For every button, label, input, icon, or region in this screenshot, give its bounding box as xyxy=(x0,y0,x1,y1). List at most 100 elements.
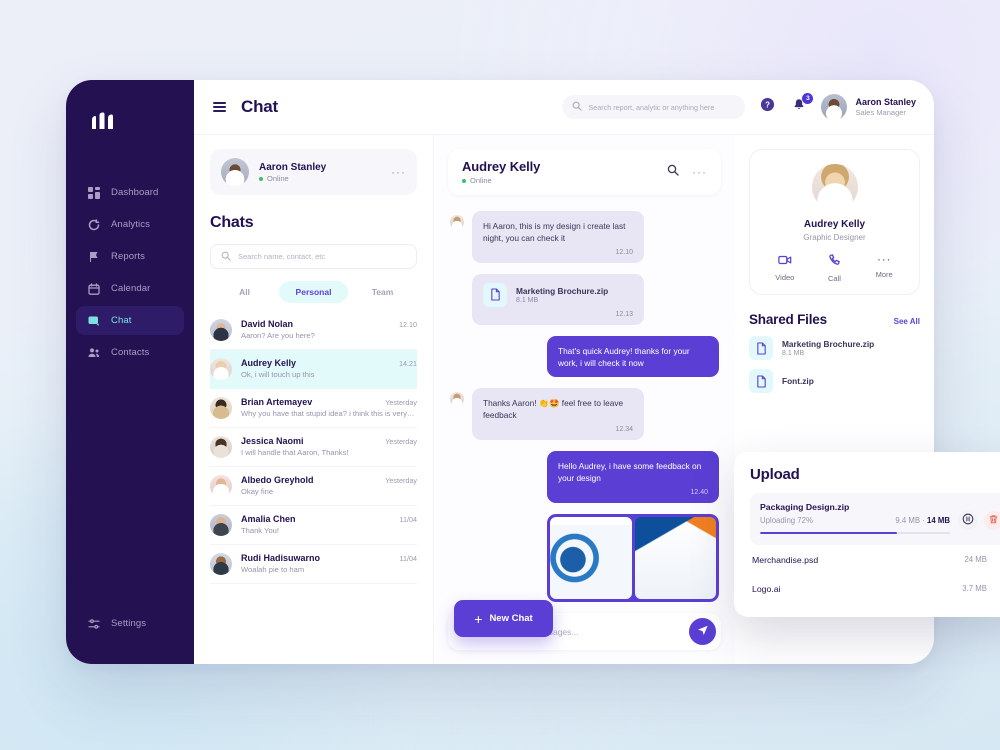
message-file-bubble[interactable]: Marketing Brochure.zip 8.1 MB 12.13 xyxy=(472,273,644,325)
sidebar-item-analytics[interactable]: Analytics xyxy=(76,210,184,239)
more-horizontal-icon: ··· xyxy=(876,252,892,266)
sidebar-item-calendar[interactable]: Calendar xyxy=(76,274,184,303)
new-chat-button[interactable]: + New Chat xyxy=(454,600,553,637)
file-name: Marketing Brochure.zip xyxy=(516,285,609,296)
conversation-list: David Nolan 12.10 Aaron? Are you here? A… xyxy=(210,311,417,664)
video-call-button[interactable]: Video xyxy=(764,254,806,283)
more-actions-button[interactable]: ··· More xyxy=(863,252,905,283)
tab-all[interactable]: All xyxy=(210,281,279,303)
tab-personal[interactable]: Personal xyxy=(279,281,348,303)
current-user-name: Aaron Stanley xyxy=(259,161,327,173)
sidebar-item-dashboard[interactable]: Dashboard xyxy=(76,178,184,207)
sidebar-item-label: Reports xyxy=(111,251,145,262)
list-item-preview: Okay fine xyxy=(241,487,274,496)
notifications-button[interactable]: 3 xyxy=(789,93,814,117)
upload-size-separator: · xyxy=(922,516,925,525)
list-item-time: 12.10 xyxy=(399,320,417,329)
search-input[interactable] xyxy=(588,102,736,112)
avatar xyxy=(210,397,232,419)
shared-file-row[interactable]: Font.zip xyxy=(749,369,920,393)
upload-total-size: 14 MB xyxy=(927,516,950,525)
send-icon xyxy=(697,623,709,641)
avatar xyxy=(210,358,232,380)
sidebar-item-label: Contacts xyxy=(111,347,150,358)
chats-heading: Chats xyxy=(210,214,254,231)
pause-circle-icon xyxy=(962,512,974,530)
hamburger-menu-icon[interactable] xyxy=(210,99,229,114)
list-item-name: Jessica Naomi xyxy=(241,436,304,446)
file-size: 8.1 MB xyxy=(516,297,539,305)
upload-file-name: Packaging Design.zip xyxy=(760,502,850,512)
list-item[interactable]: Amalia Chen 11/04 Thank You! xyxy=(210,506,417,545)
video-icon xyxy=(778,254,792,268)
settings-icon xyxy=(87,617,100,630)
avatar xyxy=(450,215,464,229)
user-profile[interactable]: Aaron Stanley Sales Manager xyxy=(821,94,916,120)
sidebar-item-contacts[interactable]: Contacts xyxy=(76,338,184,367)
sidebar-item-label: Dashboard xyxy=(111,187,159,198)
list-item-name: Albedo Greyhold xyxy=(241,475,314,485)
upload-file-name: Merchandise.psd xyxy=(752,554,819,565)
list-item-time: 14.21 xyxy=(399,359,417,368)
upload-progress-bar xyxy=(760,532,950,535)
global-search[interactable] xyxy=(562,95,746,119)
sidebar: Dashboard Analytics Reports Calendar Cha… xyxy=(66,80,194,664)
send-button[interactable] xyxy=(689,618,716,645)
message-list: Hi Aaron, this is my design i create las… xyxy=(448,195,721,605)
list-item-preview: Thank You! xyxy=(241,526,280,535)
voice-call-button[interactable]: Call xyxy=(813,254,855,283)
delete-upload-button[interactable] xyxy=(984,511,1000,530)
shared-file-name: Marketing Brochure.zip xyxy=(782,338,875,349)
contact-profile-card: Audrey Kelly Graphic Designer Video Call… xyxy=(749,149,920,295)
sidebar-item-chat[interactable]: Chat xyxy=(76,306,184,335)
file-icon xyxy=(749,336,773,360)
notification-badge: 3 xyxy=(802,93,814,104)
upload-active-item: Packaging Design.zip Uploading 72% 9.4 M… xyxy=(750,493,1000,546)
list-item-time: Yesterday xyxy=(385,398,417,407)
list-item[interactable]: Jessica Naomi Yesterday I will handle th… xyxy=(210,428,417,467)
message-row: Hello Audrey, i have some feedback on yo… xyxy=(450,450,719,503)
trash-icon xyxy=(988,512,999,530)
list-item[interactable]: Brian Artemayev Yesterday Why you have t… xyxy=(210,389,417,428)
chat-search[interactable] xyxy=(210,244,417,269)
list-item-preview: I will handle that Aaron, Thanks! xyxy=(241,448,349,457)
message-row: That's quick Audrey! thanks for your wor… xyxy=(450,335,719,377)
pause-upload-button[interactable] xyxy=(958,511,977,530)
action-label: Video xyxy=(775,273,795,282)
message-row: Hi Aaron, this is my design i create las… xyxy=(450,211,719,263)
avatar xyxy=(210,514,232,536)
list-item[interactable]: Albedo Greyhold Yesterday Okay fine xyxy=(210,467,417,506)
help-button[interactable]: ? xyxy=(757,97,777,117)
sidebar-item-reports[interactable]: Reports xyxy=(76,242,184,271)
upload-queued-item: Merchandise.psd 24 MB xyxy=(750,545,1000,574)
shared-files-see-all[interactable]: See All xyxy=(894,317,920,326)
list-item[interactable]: David Nolan 12.10 Aaron? Are you here? xyxy=(210,311,417,350)
action-label: Call xyxy=(828,274,841,283)
current-user-card[interactable]: Aaron Stanley Online ··· xyxy=(210,149,417,195)
page-title: Chat xyxy=(241,97,278,116)
list-item-name: David Nolan xyxy=(241,319,294,329)
message-row: Marketing Brochure.zip 8.1 MB 12.13 xyxy=(450,273,719,325)
list-item[interactable]: Rudi Hadisuwarno 11/04 Woalah pie to ham xyxy=(210,545,417,584)
list-item[interactable]: Audrey Kelly 14.21 Ok, i will touch up t… xyxy=(210,350,417,389)
sidebar-item-label: Analytics xyxy=(111,219,150,230)
contact-name: Audrey Kelly xyxy=(803,219,866,230)
upload-panel: Upload Packaging Design.zip Uploading 72… xyxy=(734,452,1000,618)
message-image-bubble[interactable] xyxy=(547,513,719,602)
list-item-name: Rudi Hadisuwarno xyxy=(241,553,321,563)
avatar xyxy=(221,158,249,186)
search-icon[interactable] xyxy=(667,163,679,181)
tab-team[interactable]: Team xyxy=(348,281,417,303)
message-time: 12.34 xyxy=(615,425,633,433)
sidebar-item-settings[interactable]: Settings xyxy=(76,609,184,638)
shared-file-row[interactable]: Marketing Brochure.zip 8.1 MB xyxy=(749,336,920,360)
chat-search-input[interactable] xyxy=(238,252,406,261)
avatar xyxy=(450,391,464,406)
status-text: Online xyxy=(470,176,492,185)
contact-actions: Video Call ··· More xyxy=(760,252,909,283)
upload-file-name: Logo.ai xyxy=(752,583,781,594)
message-text: That's quick Audrey! thanks for your wor… xyxy=(558,345,690,369)
upload-title: Upload xyxy=(750,466,800,483)
shared-image-thumb xyxy=(550,516,632,599)
avatar xyxy=(821,94,848,120)
